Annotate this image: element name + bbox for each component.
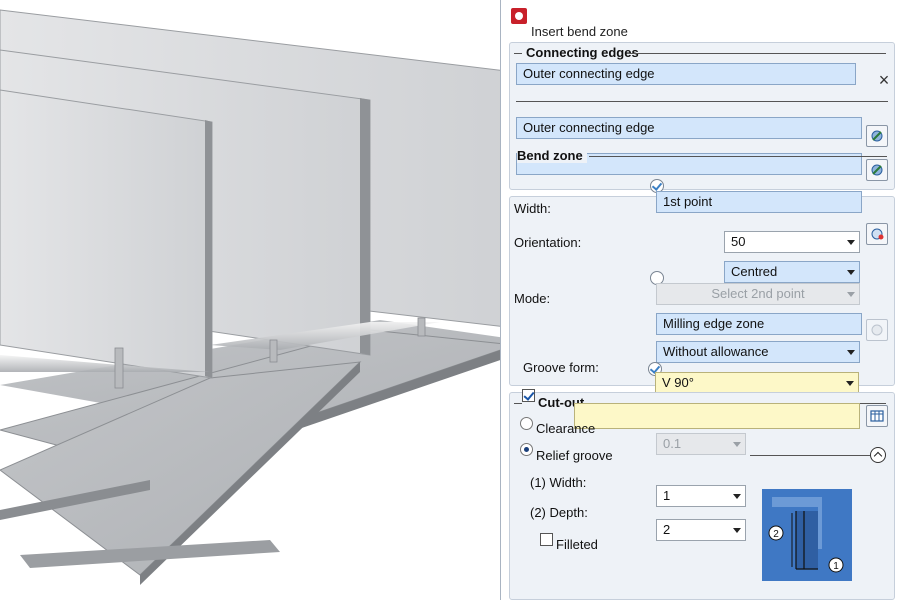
bend-zone-header: Bend zone bbox=[509, 146, 895, 166]
second-point-field[interactable]: Select 2nd point bbox=[656, 283, 860, 305]
pick-edge-icon bbox=[871, 324, 883, 336]
outer-connecting-edge-1[interactable]: Outer connecting edge bbox=[516, 63, 856, 85]
relief-groove-radio[interactable] bbox=[520, 443, 533, 456]
mode-field[interactable]: Milling edge zone bbox=[656, 313, 862, 335]
diagram-label-1: 1 bbox=[833, 561, 839, 572]
chevron-down-icon bbox=[847, 292, 855, 297]
clearance-label: Clearance bbox=[536, 421, 596, 436]
orientation-value: Centred bbox=[731, 264, 778, 279]
chevron-down-icon bbox=[847, 240, 855, 245]
measure-icon bbox=[871, 228, 884, 240]
relief-depth-label: (2) Depth: bbox=[530, 505, 588, 520]
groove-form-value: V 90° bbox=[662, 375, 694, 390]
sheet-metal-model bbox=[0, 9, 500, 585]
bend-zone-group: 1st point Width: Orientation: 50 Centred… bbox=[509, 179, 895, 386]
bend-zone-title: Bend zone bbox=[517, 148, 587, 163]
cut-out-field[interactable] bbox=[574, 403, 860, 429]
table-icon bbox=[870, 410, 884, 422]
chevron-down-icon bbox=[733, 528, 741, 533]
second-point-value: Select 2nd point bbox=[711, 286, 805, 301]
chevron-down-icon bbox=[733, 442, 741, 447]
diagram-label-2: 2 bbox=[773, 529, 779, 540]
clearance-radio[interactable] bbox=[520, 417, 533, 430]
width-label: Width: bbox=[514, 201, 551, 216]
chevron-down-icon bbox=[846, 381, 854, 386]
clearance-value: 0.1 bbox=[663, 436, 682, 451]
collapse-button[interactable] bbox=[870, 447, 886, 463]
edge-pick-button[interactable] bbox=[866, 125, 888, 147]
cut-out-group: Cut-out Clearance 0.1 Relief groove (1) … bbox=[509, 389, 895, 600]
cut-out-checkbox[interactable] bbox=[522, 389, 535, 402]
relief-groove-diagram: 2 1 bbox=[762, 489, 852, 581]
3d-viewport[interactable] bbox=[0, 0, 500, 600]
groove-form-label: Groove form: bbox=[523, 360, 599, 375]
groove-form-combo[interactable]: V 90° bbox=[655, 372, 859, 394]
pick-edge-icon bbox=[871, 130, 883, 142]
chevron-down-icon bbox=[847, 270, 855, 275]
relief-width-label: (1) Width: bbox=[530, 475, 587, 490]
allowance-value: Without allowance bbox=[663, 344, 769, 359]
relief-groove-label: Relief groove bbox=[536, 448, 613, 463]
chevron-down-icon bbox=[847, 350, 855, 355]
width-value: 50 bbox=[731, 234, 746, 249]
outer-connecting-edge-2[interactable]: Outer connecting edge bbox=[516, 117, 862, 139]
filleted-label: Filleted bbox=[556, 537, 598, 552]
width-value-combo[interactable]: 50 bbox=[724, 231, 860, 253]
orientation-combo[interactable]: Centred bbox=[724, 261, 860, 283]
dialog-title: Insert bend zone bbox=[531, 24, 628, 39]
dialog-titlebar: Insert bend zone bbox=[501, 0, 900, 40]
clearance-combo[interactable]: 0.1 bbox=[656, 433, 746, 455]
filleted-checkbox[interactable] bbox=[540, 533, 553, 546]
app-logo-icon bbox=[511, 8, 527, 24]
mode-label: Mode: bbox=[514, 291, 551, 306]
allowance-combo[interactable]: Without allowance bbox=[656, 341, 860, 363]
insert-bend-zone-dialog: Insert bend zone × Connecting edges Oute… bbox=[500, 0, 900, 600]
panel-front bbox=[0, 89, 213, 379]
cut-out-table-button[interactable] bbox=[866, 405, 888, 427]
width-pick-button[interactable] bbox=[866, 223, 888, 245]
relief-width-value: 1 bbox=[663, 488, 671, 503]
chevron-down-icon bbox=[733, 494, 741, 499]
relief-width-combo[interactable]: 1 bbox=[656, 485, 746, 507]
mode-pick-button[interactable] bbox=[866, 319, 888, 341]
relief-depth-combo[interactable]: 2 bbox=[656, 519, 746, 541]
close-button[interactable]: × bbox=[874, 70, 894, 90]
connecting-edges-title: Connecting edges bbox=[526, 45, 643, 60]
relief-depth-value: 2 bbox=[663, 522, 671, 537]
first-point-field[interactable]: 1st point bbox=[656, 191, 862, 213]
connecting-edges-group: Connecting edges Outer connecting edge O… bbox=[509, 42, 895, 190]
orientation-label: Orientation: bbox=[514, 235, 582, 250]
